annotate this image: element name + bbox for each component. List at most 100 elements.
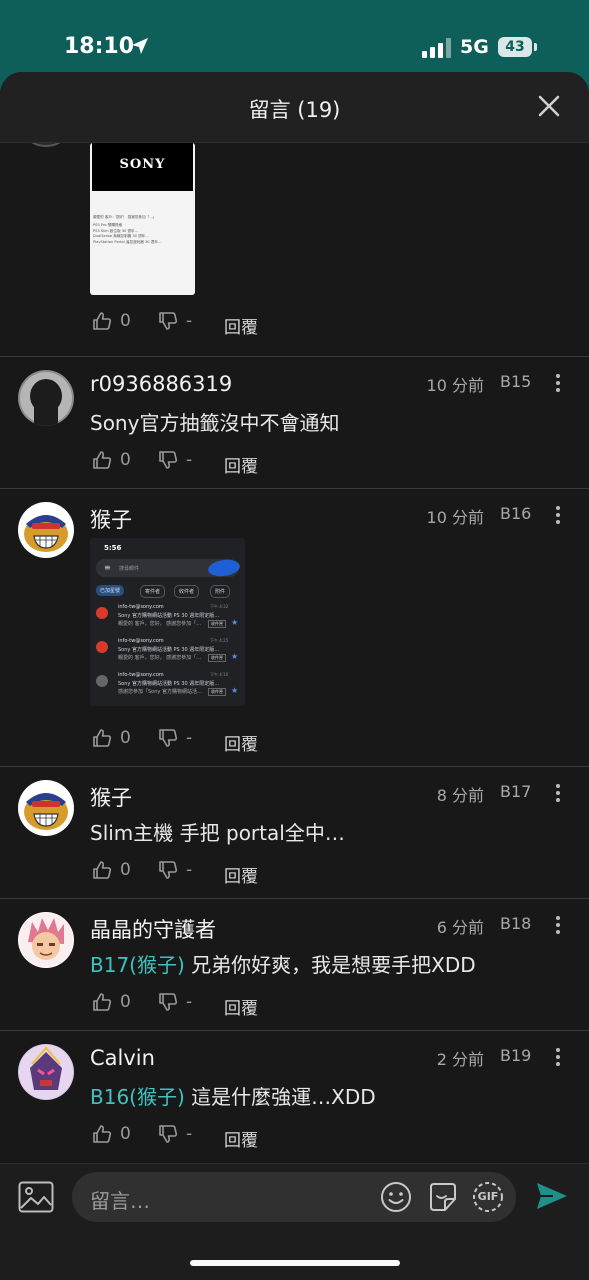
- comment-actions: 0 - 回覆: [92, 1124, 392, 1151]
- dislike-count: -: [186, 1124, 193, 1144]
- sheet-header: 留言 (19): [0, 72, 589, 143]
- comment-image[interactable]: SONY 親愛的 客戶：您好！ 感謝您參加「…」 PS5 Pro 預購資格 PS…: [90, 143, 195, 295]
- avatar[interactable]: [18, 1044, 74, 1100]
- comment-actions: 0 - 回覆: [92, 450, 392, 477]
- robot-avatar-icon: [19, 1045, 73, 1099]
- reply-button[interactable]: 回覆: [224, 1126, 258, 1151]
- comment-item: 晶晶的守護者 6 分前 B18 B17(猴子) 兄弟你好爽，我是想要手把XDD …: [0, 898, 589, 1031]
- dislike-count: -: [186, 860, 193, 880]
- like-button[interactable]: 0: [92, 311, 131, 331]
- close-icon[interactable]: [537, 94, 561, 118]
- comment-list[interactable]: SONY 親愛的 客戶：您好！ 感謝您參加「…」 PS5 Pro 預購資格 PS…: [0, 143, 589, 1163]
- like-count: 0: [120, 728, 131, 748]
- like-count: 0: [120, 992, 131, 1012]
- screenshot-time: 5:56: [104, 544, 122, 552]
- comment-actions: 0 - 回覆: [92, 311, 392, 338]
- like-button[interactable]: 0: [92, 992, 131, 1012]
- comment-author[interactable]: 猴子: [90, 504, 132, 534]
- dislike-button[interactable]: -: [158, 728, 192, 748]
- reply-button[interactable]: 回覆: [224, 452, 258, 477]
- avatar[interactable]: [18, 143, 74, 147]
- dislike-button[interactable]: -: [158, 860, 192, 880]
- avatar-silhouette-icon: [20, 372, 72, 426]
- sheet-title: 留言 (19): [248, 98, 341, 122]
- mail-tag: 收件匣: [208, 688, 226, 696]
- thumbs-up-icon: [93, 1125, 112, 1143]
- mail-subject: Sony 官方購物網站活動 PS 30 週年限定版…: [118, 647, 220, 653]
- comment-time: 6 分前: [436, 918, 484, 937]
- home-indicator[interactable]: [190, 1260, 400, 1266]
- more-options-icon[interactable]: [550, 373, 566, 393]
- reply-button[interactable]: 回覆: [224, 313, 258, 338]
- dislike-button[interactable]: -: [158, 992, 192, 1012]
- like-button[interactable]: 0: [92, 860, 131, 880]
- reply-button[interactable]: 回覆: [224, 730, 258, 755]
- comment-image[interactable]: 5:56 ≡ 搜尋郵件 已加星號 寄件者 收件者 附件 info-tw@sony…: [90, 538, 245, 706]
- thumbs-down-icon: [159, 312, 178, 330]
- mail-snippet: 親愛的 客戶，您好， 感謝您參加「…: [118, 621, 202, 627]
- mail-time: 下午 4:32: [210, 604, 229, 609]
- gif-label: GIF: [477, 1190, 499, 1203]
- emoji-icon[interactable]: [380, 1181, 412, 1213]
- thumbs-down-icon: [159, 861, 178, 879]
- more-options-icon[interactable]: [550, 783, 566, 803]
- gif-button[interactable]: GIF: [472, 1181, 504, 1213]
- comment-author[interactable]: 晶晶的守護者: [90, 914, 216, 944]
- image-picker-icon[interactable]: [18, 1181, 54, 1213]
- mail-time: 下午 4:25: [210, 638, 229, 643]
- sticker-icon[interactable]: [427, 1181, 459, 1213]
- dislike-button[interactable]: -: [158, 311, 192, 331]
- mail-avatar: [96, 641, 108, 653]
- reply-button[interactable]: 回覆: [224, 994, 258, 1019]
- more-options-icon[interactable]: [550, 1047, 566, 1067]
- comment-author[interactable]: 猴子: [90, 782, 132, 812]
- signal-icon: [422, 38, 451, 58]
- screenshot-mail-row: info-tw@sony.com 下午 4:25 Sony 官方購物網站活動 P…: [90, 636, 245, 668]
- status-bar: 18:10 5G 43: [0, 0, 589, 72]
- like-button[interactable]: 0: [92, 728, 131, 748]
- thumbs-up-icon: [93, 312, 112, 330]
- mail-tag: 收件匣: [208, 620, 226, 628]
- comments-sheet: 留言 (19) SONY 親愛的 客戶：您好！ 感謝您參加「…」 PS5 Pro…: [0, 72, 589, 1280]
- comment-time: 2 分前: [436, 1050, 484, 1069]
- like-button[interactable]: 0: [92, 450, 131, 470]
- reply-button[interactable]: 回覆: [224, 862, 258, 887]
- comment-composer: 留言… GIF: [0, 1163, 589, 1280]
- thumbs-down-icon: [159, 1125, 178, 1143]
- comment-author[interactable]: r0936886319: [90, 372, 232, 396]
- dislike-button[interactable]: -: [158, 1124, 192, 1144]
- location-arrow-icon: [132, 38, 148, 54]
- comment-body: Sony官方抽籤沒中不會通知: [90, 411, 340, 435]
- dislike-count: -: [186, 992, 193, 1012]
- battery-icon: 43: [498, 37, 537, 57]
- like-count: 0: [120, 860, 131, 880]
- more-options-icon[interactable]: [550, 915, 566, 935]
- dislike-count: -: [186, 450, 193, 470]
- more-options-icon[interactable]: [550, 505, 566, 525]
- star-icon: ★: [231, 686, 239, 695]
- like-count: 0: [120, 311, 131, 331]
- avatar[interactable]: [18, 912, 74, 968]
- avatar[interactable]: [18, 780, 74, 836]
- mention-link[interactable]: B16(猴子): [90, 1085, 185, 1109]
- send-icon[interactable]: [535, 1181, 569, 1211]
- comment-input[interactable]: 留言… GIF: [72, 1172, 516, 1222]
- screenshot-search-bar: ≡ 搜尋郵件: [96, 557, 241, 579]
- dislike-button[interactable]: -: [158, 450, 192, 470]
- mail-subject: Sony 官方購物網站活動 PS 30 週年限定版…: [118, 681, 220, 687]
- mention-link[interactable]: B17(猴子): [90, 953, 185, 977]
- status-time: 18:10: [64, 34, 135, 59]
- monkey-avatar-icon: [19, 503, 73, 557]
- avatar[interactable]: [18, 502, 74, 558]
- avatar[interactable]: [18, 370, 74, 426]
- mail-avatar: [96, 607, 108, 619]
- comment-author[interactable]: Calvin: [90, 1046, 155, 1070]
- sony-logo: SONY: [119, 157, 166, 172]
- comment-item: r0936886319 10 分前 B15 Sony官方抽籤沒中不會通知 0 -…: [0, 356, 589, 489]
- comment-time: 10 分前: [426, 508, 484, 527]
- mail-snippet: 親愛的 客戶，您好， 感謝您參加「…: [118, 655, 202, 661]
- comment-item: 猴子 10 分前 B16 5:56 ≡ 搜尋郵件 已加星號 寄件者 收件者 附件: [0, 488, 589, 767]
- filter-chip: 附件: [210, 585, 231, 598]
- thumbs-down-icon: [159, 993, 178, 1011]
- like-button[interactable]: 0: [92, 1124, 131, 1144]
